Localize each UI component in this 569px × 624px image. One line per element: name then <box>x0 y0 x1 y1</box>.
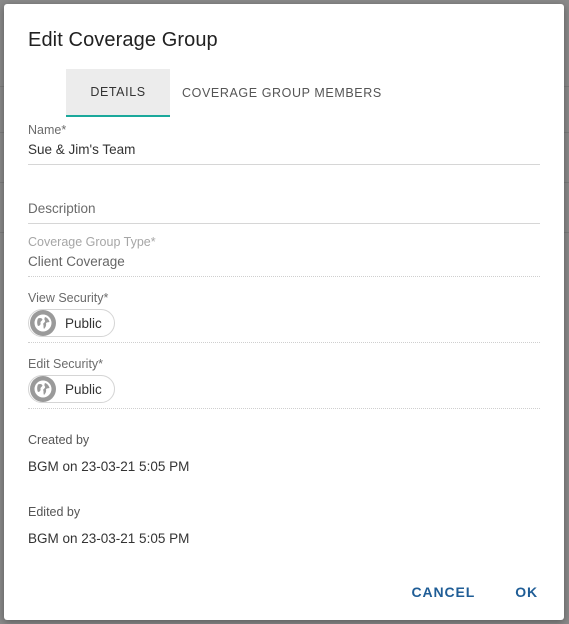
view-security-chip[interactable]: Public <box>28 309 115 337</box>
tab-details[interactable]: DETAILS <box>66 69 170 117</box>
ok-button[interactable]: OK <box>515 584 538 600</box>
globe-icon <box>30 310 56 336</box>
coverage-group-type-value: Client Coverage <box>28 254 125 269</box>
cancel-button[interactable]: CANCEL <box>411 584 475 600</box>
view-security-underline <box>28 342 540 343</box>
edit-security-underline <box>28 408 540 409</box>
created-by-section: Created by BGM on 23-03-21 5:05 PM <box>28 433 540 474</box>
name-underline <box>28 164 540 165</box>
created-by-label: Created by <box>28 433 90 447</box>
created-by-value: BGM on 23-03-21 5:05 PM <box>28 459 190 474</box>
description-field[interactable]: Description <box>28 201 540 224</box>
view-security-field: View Security* Public <box>28 291 540 343</box>
coverage-group-type-label: Coverage Group Type* <box>28 235 156 249</box>
view-security-label: View Security* <box>28 291 109 305</box>
edit-security-label: Edit Security* <box>28 357 104 371</box>
tab-bar: DETAILS COVERAGE GROUP MEMBERS <box>66 69 394 117</box>
name-input[interactable]: Sue & Jim's Team <box>28 142 540 157</box>
description-input[interactable] <box>28 223 540 224</box>
view-security-chip-label: Public <box>65 315 102 331</box>
coverage-group-type-underline <box>28 276 540 277</box>
coverage-group-type-field: Coverage Group Type* Client Coverage <box>28 235 540 277</box>
name-label: Name* <box>28 123 67 137</box>
edited-by-section: Edited by BGM on 23-03-21 5:05 PM <box>28 505 540 546</box>
edited-by-label: Edited by <box>28 505 81 519</box>
dialog-title: Edit Coverage Group <box>28 29 218 51</box>
description-label: Description <box>28 201 96 216</box>
globe-icon <box>30 376 56 402</box>
edit-security-field: Edit Security* Public <box>28 357 540 409</box>
edit-security-chip-label: Public <box>65 381 102 397</box>
edited-by-value: BGM on 23-03-21 5:05 PM <box>28 531 190 546</box>
edit-security-chip[interactable]: Public <box>28 375 115 403</box>
edit-coverage-group-dialog: Edit Coverage Group DETAILS COVERAGE GRO… <box>4 4 564 620</box>
dialog-actions: CANCEL OK <box>411 584 538 600</box>
tab-coverage-group-members[interactable]: COVERAGE GROUP MEMBERS <box>170 69 394 117</box>
name-field[interactable]: Name* Sue & Jim's Team <box>28 123 540 165</box>
